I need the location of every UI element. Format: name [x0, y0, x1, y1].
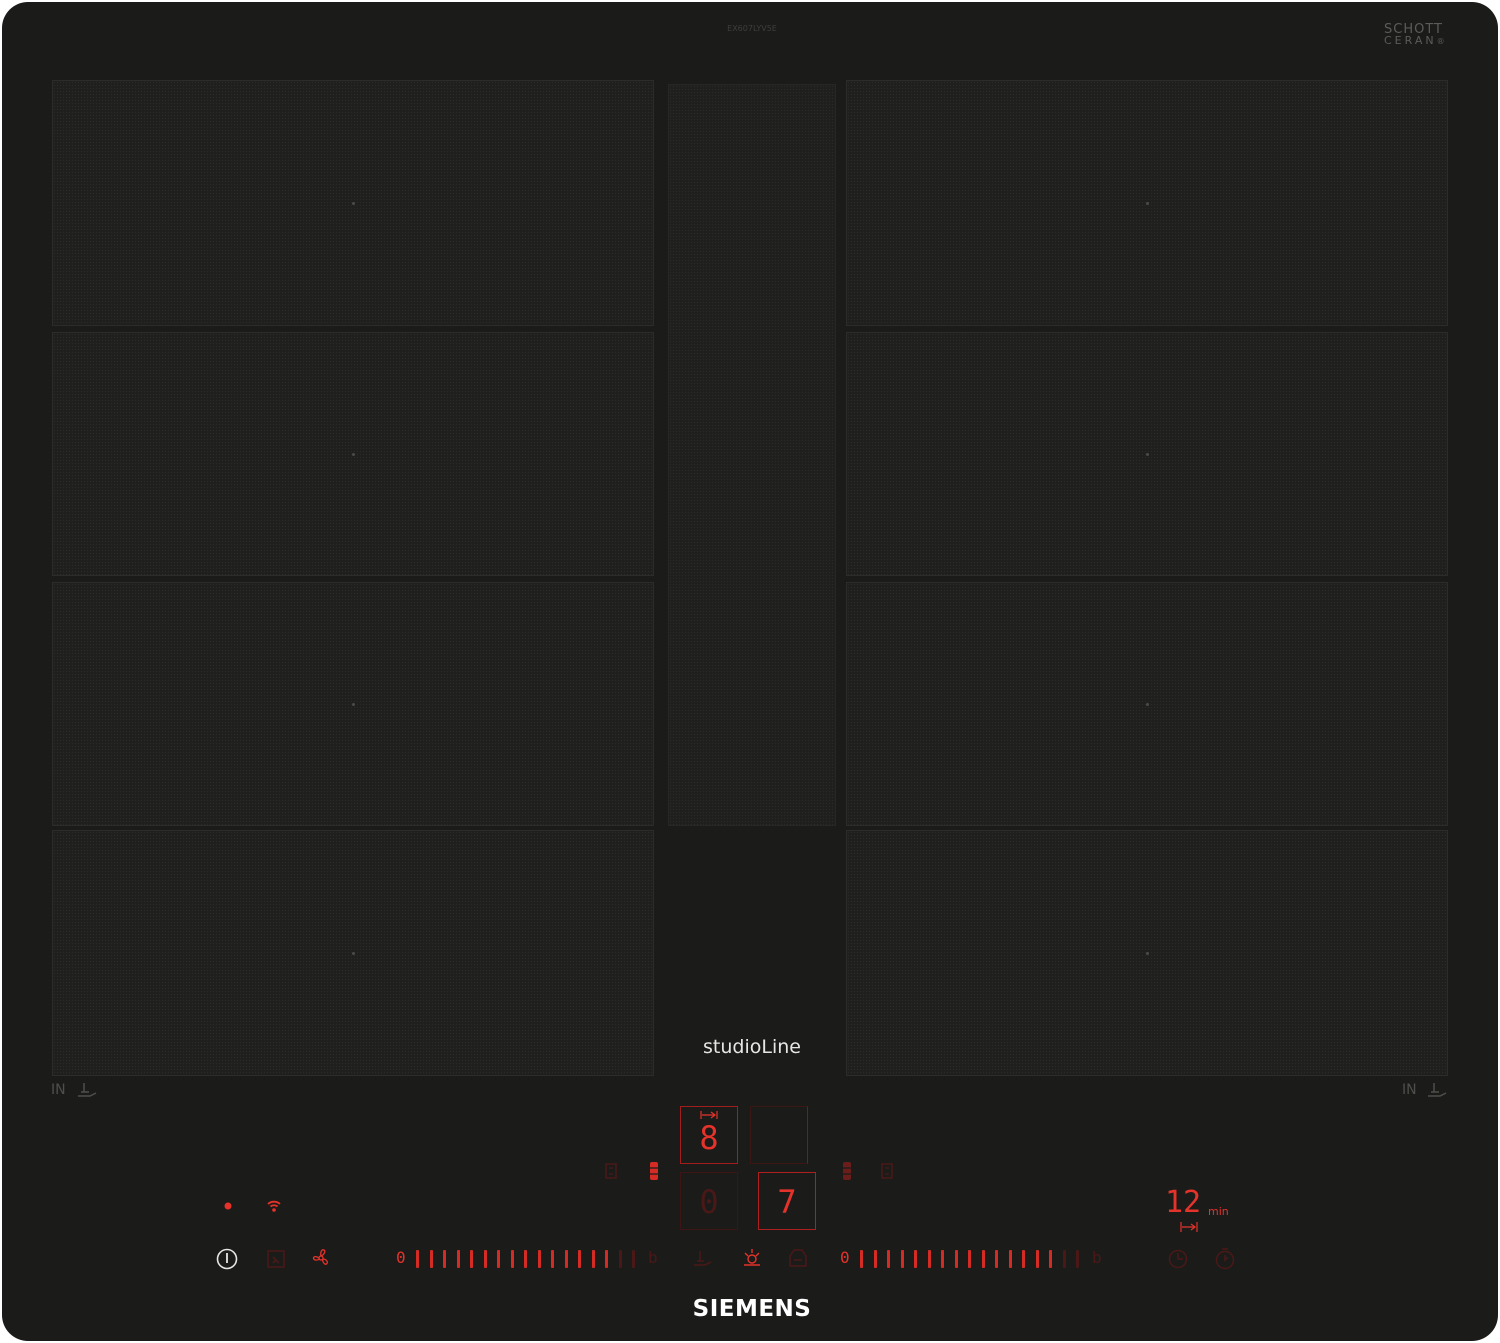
zone-center-mark [351, 702, 355, 706]
registered-mark: ® [1436, 37, 1446, 46]
zone-right-4[interactable] [846, 830, 1448, 1076]
display-top-left[interactable]: 8 [680, 1106, 738, 1164]
slider-tick[interactable] [968, 1250, 971, 1268]
slider-tick[interactable] [524, 1250, 527, 1268]
power-slider-left[interactable]: 0 b [396, 1248, 661, 1270]
zone-label-right: IN [1402, 1082, 1417, 1098]
childlock-icon[interactable] [265, 1249, 287, 1269]
slider-tick[interactable] [551, 1250, 554, 1268]
slider-max-label: b [648, 1248, 658, 1267]
slider-tick[interactable] [927, 1250, 931, 1268]
display-bottom-right[interactable]: 7 [758, 1172, 816, 1230]
zone-left-2[interactable] [52, 332, 654, 576]
zone-center-mark [1145, 951, 1149, 955]
slider-tick[interactable] [1008, 1250, 1012, 1268]
timer-arrow-icon [1180, 1222, 1198, 1232]
slider-tick[interactable] [429, 1250, 433, 1268]
ceran-text: CERAN [1384, 34, 1437, 47]
flex-zone-icon[interactable] [604, 1162, 618, 1180]
zone-center-mark [1145, 201, 1149, 205]
schott-ceran-logo: SCHOTT CERAN® [1384, 23, 1464, 47]
power-icon[interactable] [215, 1247, 239, 1271]
slider-tick[interactable] [860, 1250, 863, 1268]
cooktop-panel: EX607LYV5E SCHOTT CERAN® studioLine IN I… [2, 2, 1498, 1341]
slider-tick[interactable] [1022, 1250, 1025, 1268]
slider-tick[interactable] [1076, 1250, 1079, 1268]
slider-tick[interactable] [887, 1250, 890, 1268]
slider-tick[interactable] [443, 1250, 446, 1268]
display-digit: 7 [777, 1183, 797, 1221]
slider-tick[interactable] [564, 1250, 568, 1268]
combine-zone-icon[interactable] [840, 1161, 854, 1181]
hood-fan-icon[interactable] [787, 1248, 809, 1268]
slider-min-label: 0 [396, 1248, 406, 1267]
slider-max-label: b [1092, 1248, 1102, 1267]
pan-sensor-icon [1428, 1083, 1447, 1097]
display-bottom-left[interactable]: 0 [680, 1172, 738, 1230]
wifi-icon[interactable] [266, 1199, 282, 1213]
zone-label-left: IN [51, 1082, 66, 1098]
slider-tick[interactable] [632, 1250, 635, 1268]
slider-tick[interactable] [497, 1250, 500, 1268]
slider-tick[interactable] [483, 1250, 487, 1268]
fan-icon[interactable] [309, 1247, 333, 1269]
zone-right-3[interactable] [846, 582, 1448, 826]
slider-tick[interactable] [1062, 1250, 1066, 1268]
slider-tick[interactable] [605, 1250, 608, 1268]
pan-sensor-icon [78, 1083, 97, 1097]
slider-tick[interactable] [954, 1250, 958, 1268]
slider-tick[interactable] [914, 1250, 917, 1268]
hood-light-icon[interactable] [741, 1247, 763, 1269]
slider-tick[interactable] [470, 1250, 473, 1268]
display-top-right[interactable] [750, 1106, 808, 1164]
brand-logo: SIEMENS [692, 1296, 812, 1322]
display-digit: 0 [699, 1183, 719, 1221]
model-code: EX607LYV5E [727, 24, 777, 33]
display-digit: 8 [699, 1119, 719, 1157]
slider-tick[interactable] [578, 1250, 581, 1268]
slider-tick[interactable] [591, 1250, 595, 1268]
zone-right-1[interactable] [846, 80, 1448, 326]
clock-icon[interactable] [1167, 1248, 1189, 1270]
zone-center-mark [1145, 452, 1149, 456]
slider-tick[interactable] [416, 1250, 419, 1268]
timer-unit: min [1208, 1205, 1229, 1218]
zone-center-mark [351, 201, 355, 205]
slider-tick[interactable] [1035, 1250, 1039, 1268]
combine-zone-icon[interactable] [647, 1161, 661, 1181]
slider-tick[interactable] [1049, 1250, 1052, 1268]
slider-tick[interactable] [981, 1250, 985, 1268]
zone-right-2[interactable] [846, 332, 1448, 576]
zone-left-3[interactable] [52, 582, 654, 826]
flex-zone-icon[interactable] [880, 1162, 894, 1180]
zone-left-1[interactable] [52, 80, 654, 326]
slider-tick[interactable] [618, 1250, 622, 1268]
stopwatch-icon[interactable] [1214, 1247, 1236, 1271]
power-slider-right[interactable]: 0 b [840, 1248, 1105, 1270]
slider-tick[interactable] [873, 1250, 877, 1268]
slider-tick[interactable] [995, 1250, 998, 1268]
frying-sensor-icon[interactable] [692, 1250, 714, 1268]
slider-tick[interactable] [900, 1250, 904, 1268]
slider-tick[interactable] [510, 1250, 514, 1268]
center-strip [668, 84, 836, 826]
zone-center-mark [351, 452, 355, 456]
series-label: studioLine [703, 1036, 801, 1058]
slider-tick[interactable] [537, 1250, 541, 1268]
zone-center-mark [1145, 702, 1149, 706]
zone-center-mark [351, 951, 355, 955]
slider-min-label: 0 [840, 1248, 850, 1267]
zone-left-4[interactable] [52, 830, 654, 1076]
indicator-dot-icon [224, 1202, 232, 1210]
timer-display: 12 [1165, 1185, 1202, 1220]
slider-tick[interactable] [456, 1250, 460, 1268]
slider-tick[interactable] [941, 1250, 944, 1268]
